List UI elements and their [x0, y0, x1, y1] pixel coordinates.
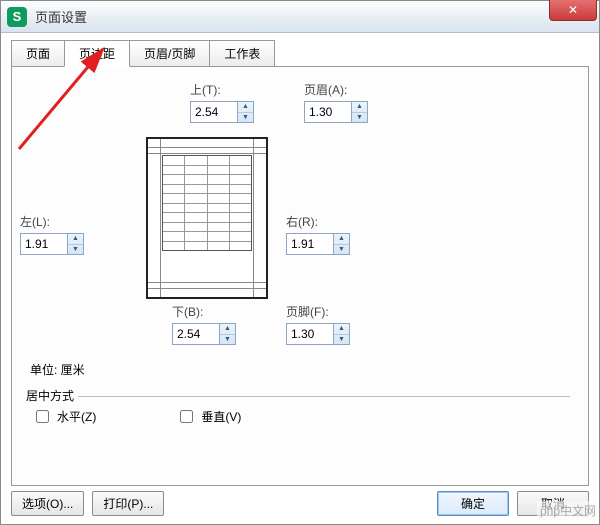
spin-down-icon[interactable]: ▼	[68, 245, 83, 255]
center-vertical-checkbox[interactable]	[180, 410, 193, 423]
spin-down-icon[interactable]: ▼	[352, 113, 367, 123]
page-preview	[146, 137, 268, 299]
spin-up-icon[interactable]: ▲	[238, 102, 253, 113]
spin-up-icon[interactable]: ▲	[220, 324, 235, 335]
close-icon: ✕	[568, 3, 578, 17]
bottom-margin-label: 下(B):	[172, 303, 240, 320]
center-horizontal-checkbox[interactable]	[36, 410, 49, 423]
tab-sheet[interactable]: 工作表	[209, 40, 275, 67]
window-title: 页面设置	[35, 7, 87, 26]
left-margin-spinner[interactable]: ▲▼	[20, 233, 88, 255]
top-margin-input[interactable]	[190, 101, 238, 123]
top-margin-spinner[interactable]: ▲▼	[190, 101, 258, 123]
bottom-margin-input[interactable]	[172, 323, 220, 345]
unit-label: 单位: 厘米	[30, 361, 85, 378]
tab-strip: 页面 页边距 页眉/页脚 工作表	[11, 40, 589, 67]
header-spinner[interactable]: ▲▼	[304, 101, 372, 123]
header-label: 页眉(A):	[304, 81, 372, 98]
center-vertical[interactable]: 垂直(V)	[176, 407, 241, 426]
tab-page[interactable]: 页面	[11, 40, 65, 67]
footer-input[interactable]	[286, 323, 334, 345]
center-group: 居中方式 水平(Z) 垂直(V)	[22, 387, 570, 426]
center-vertical-label: 垂直(V)	[201, 408, 241, 425]
right-margin-spin-buttons[interactable]: ▲▼	[334, 233, 350, 255]
dialog-window: S 页面设置 ✕ 页面 页边距 页眉/页脚 工作表 上(T):	[0, 0, 600, 525]
footer-label: 页脚(F):	[286, 303, 354, 320]
watermark: php中文网	[537, 501, 599, 520]
right-margin-label: 右(R):	[286, 213, 354, 230]
print-button[interactable]: 打印(P)...	[92, 491, 164, 516]
right-margin-input[interactable]	[286, 233, 334, 255]
close-button[interactable]: ✕	[549, 0, 597, 21]
spin-down-icon[interactable]: ▼	[220, 335, 235, 345]
ok-button[interactable]: 确定	[437, 491, 509, 516]
header-input[interactable]	[304, 101, 352, 123]
panel-margins: 上(T): ▲▼ 页眉(A): ▲▼ 左(L):	[11, 66, 589, 486]
button-bar: 选项(O)... 打印(P)... 确定 取消	[11, 491, 589, 516]
tab-margins[interactable]: 页边距	[64, 40, 130, 67]
center-horizontal[interactable]: 水平(Z)	[32, 407, 96, 426]
title-bar[interactable]: S 页面设置 ✕	[1, 1, 599, 33]
top-margin-label: 上(T):	[190, 81, 258, 98]
top-margin-spin-buttons[interactable]: ▲▼	[238, 101, 254, 123]
spin-down-icon[interactable]: ▼	[334, 245, 349, 255]
app-icon: S	[7, 7, 27, 27]
right-margin-spinner[interactable]: ▲▼	[286, 233, 354, 255]
spin-down-icon[interactable]: ▼	[238, 113, 253, 123]
bottom-margin-spinner[interactable]: ▲▼	[172, 323, 240, 345]
tab-header-footer[interactable]: 页眉/页脚	[129, 40, 210, 67]
center-legend: 居中方式	[22, 389, 78, 403]
spin-down-icon[interactable]: ▼	[334, 335, 349, 345]
left-margin-input[interactable]	[20, 233, 68, 255]
bottom-margin-spin-buttons[interactable]: ▲▼	[220, 323, 236, 345]
header-spin-buttons[interactable]: ▲▼	[352, 101, 368, 123]
left-margin-label: 左(L):	[20, 213, 88, 230]
options-button[interactable]: 选项(O)...	[11, 491, 84, 516]
footer-spinner[interactable]: ▲▼	[286, 323, 354, 345]
spin-up-icon[interactable]: ▲	[352, 102, 367, 113]
spin-up-icon[interactable]: ▲	[68, 234, 83, 245]
left-margin-spin-buttons[interactable]: ▲▼	[68, 233, 84, 255]
footer-spin-buttons[interactable]: ▲▼	[334, 323, 350, 345]
spin-up-icon[interactable]: ▲	[334, 234, 349, 245]
spin-up-icon[interactable]: ▲	[334, 324, 349, 335]
center-horizontal-label: 水平(Z)	[57, 408, 96, 425]
